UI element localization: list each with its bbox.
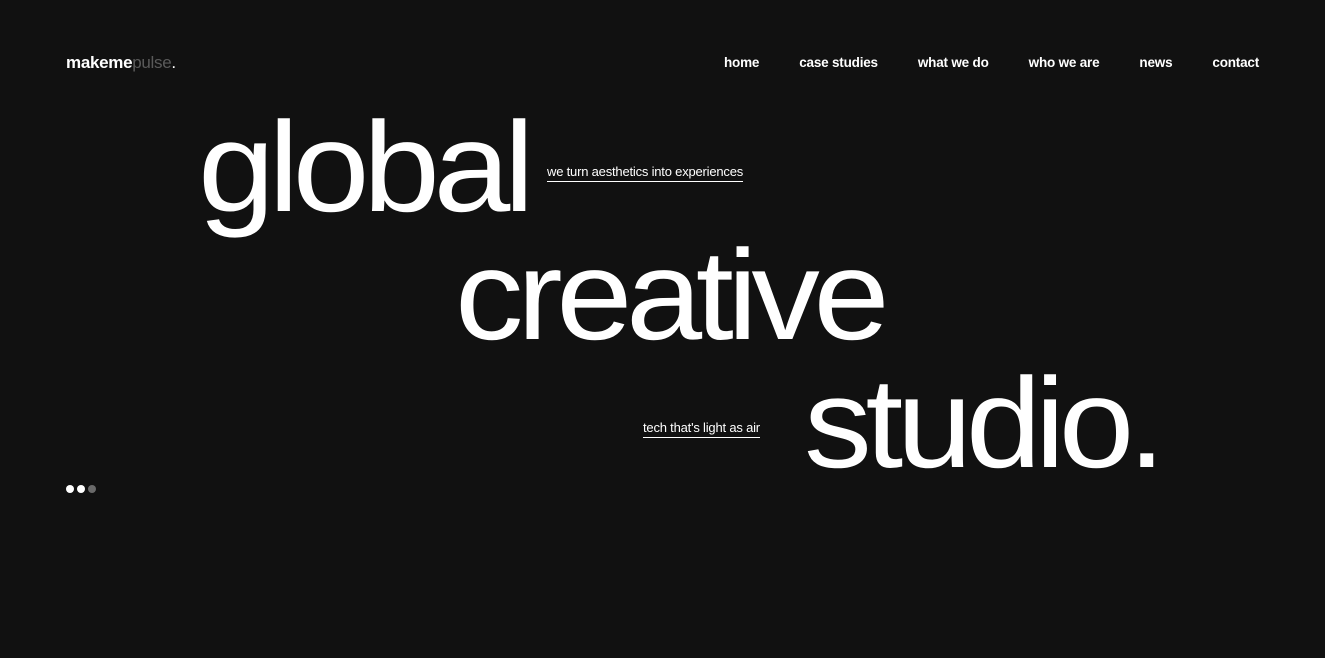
- main-nav: home case studies what we do who we are …: [684, 54, 1259, 72]
- pager-dot-3[interactable]: [88, 485, 96, 493]
- pager-dot-2[interactable]: [77, 485, 85, 493]
- logo-dot: .: [171, 53, 176, 72]
- nav-item-what-we-do[interactable]: what we do: [918, 54, 989, 72]
- nav-item-contact[interactable]: contact: [1212, 54, 1259, 72]
- hero-tagline-tech-link[interactable]: tech that's light as air: [643, 420, 760, 438]
- slide-pager: [66, 485, 96, 493]
- nav-item-case-studies[interactable]: case studies: [799, 54, 878, 72]
- hero-tagline-aesthetics-link[interactable]: we turn aesthetics into experiences: [547, 164, 743, 182]
- logo-main-text: makeme: [66, 53, 133, 72]
- brand-logo[interactable]: makemepulse.: [66, 52, 176, 74]
- hero-word-global: global: [198, 96, 535, 239]
- nav-item-news[interactable]: news: [1139, 54, 1172, 72]
- pager-dot-1[interactable]: [66, 485, 74, 493]
- hero-word-creative: creative: [455, 224, 890, 367]
- hero-word-studio: studio.: [804, 352, 1166, 495]
- nav-item-who-we-are[interactable]: who we are: [1029, 54, 1100, 72]
- page: makemepulse. home case studies what we d…: [0, 0, 1325, 658]
- nav-item-home[interactable]: home: [724, 54, 759, 72]
- logo-dim-text: pulse: [132, 53, 172, 72]
